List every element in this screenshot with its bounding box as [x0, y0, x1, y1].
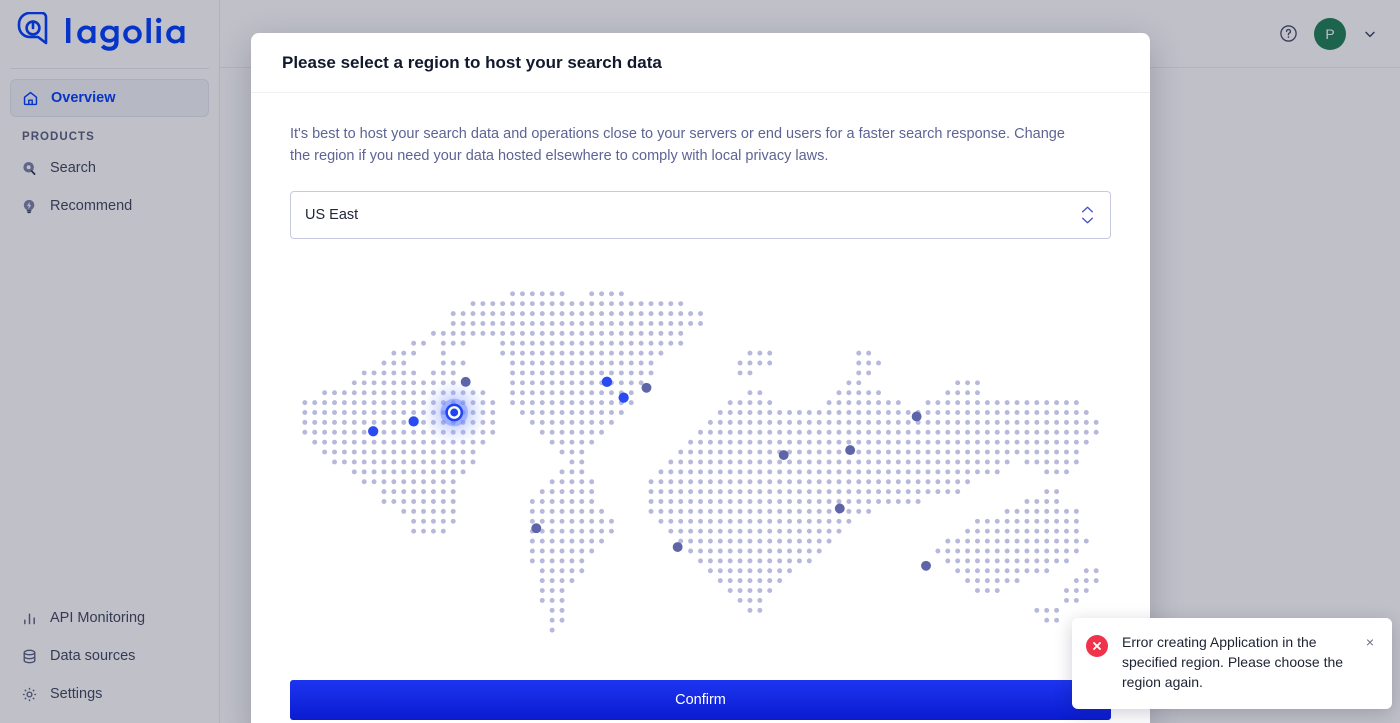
page-title: Please select a region to host your sear… [282, 52, 662, 72]
error-toast-message: Error creating Application in the specif… [1122, 634, 1344, 690]
close-icon[interactable]: × [1362, 634, 1378, 650]
world-region-map[interactable] [290, 257, 1111, 657]
modal-header: Please select a region to host your sear… [251, 33, 1150, 93]
modal-body: It's best to host your search data and o… [251, 93, 1150, 657]
region-selection-modal: Please select a region to host your sear… [251, 33, 1150, 723]
confirm-button[interactable]: Confirm [290, 680, 1111, 720]
region-select-value: US East [305, 206, 359, 223]
map-dot-matrix [302, 291, 1099, 633]
region-select[interactable]: US East [290, 190, 1111, 239]
chevron-up-down-icon [1081, 205, 1094, 224]
error-toast: Error creating Application in the specif… [1072, 618, 1392, 709]
world-map-svg [302, 291, 1099, 633]
modal-description: It's best to host your search data and o… [290, 126, 1065, 165]
app-root: Overview PRODUCTS Search Recommend API M… [0, 0, 1400, 723]
error-circle-icon [1086, 635, 1108, 657]
modal-footer: Confirm [251, 680, 1150, 723]
